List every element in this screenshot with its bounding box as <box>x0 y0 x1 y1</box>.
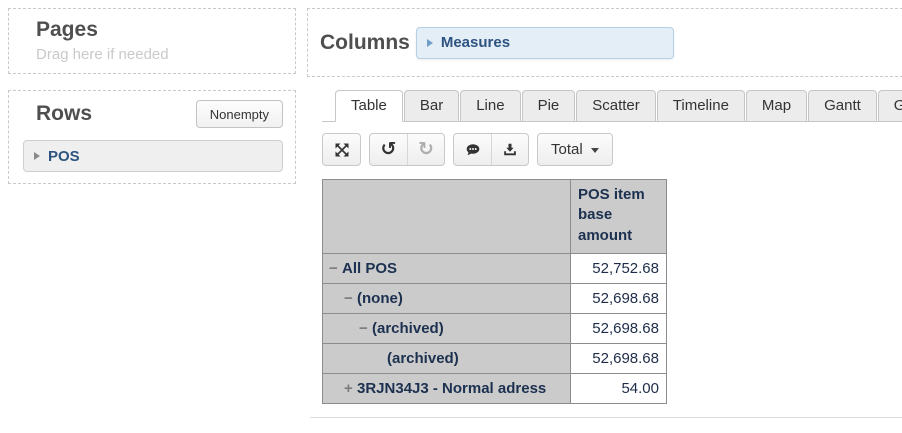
tab-bar[interactable]: Bar <box>404 90 459 122</box>
tab-table[interactable]: Table <box>335 90 403 122</box>
tab-timeline[interactable]: Timeline <box>657 90 745 122</box>
pages-panel-title: Pages <box>36 18 285 42</box>
content-bottom-divider <box>310 417 902 418</box>
value-cell: 54.00 <box>571 374 667 404</box>
tab-pie[interactable]: Pie <box>522 90 576 122</box>
columns-drop-panel[interactable]: Columns Measures <box>307 8 902 77</box>
pivot-table: POS item base amount −All POS 52,752.68 … <box>322 179 667 404</box>
table-row--none-: −(none) 52,698.68 <box>323 284 667 314</box>
pages-drop-placeholder: Drag here if needed <box>36 46 285 63</box>
workspace: Table Bar Line Pie Scatter Timeline Map … <box>322 90 902 404</box>
measures-chip[interactable]: Measures <box>416 27 674 59</box>
nonempty-button[interactable]: Nonempty <box>196 100 283 128</box>
comment-icon[interactable] <box>454 134 491 165</box>
undo-icon[interactable]: ↺ <box>370 134 407 165</box>
row-header-cell[interactable]: +3RJN34J3 - Normal adress <box>323 374 571 404</box>
expand-collapse-icon[interactable]: − <box>359 320 372 337</box>
table-row--archived-: −(archived) 52,698.68 <box>323 314 667 344</box>
row-header-cell[interactable]: −(archived) <box>323 314 571 344</box>
corner-header-cell <box>323 180 571 254</box>
row-header-cell[interactable]: −All POS <box>323 254 571 284</box>
visualization-tabs: Table Bar Line Pie Scatter Timeline Map … <box>322 90 902 122</box>
pos-dimension-chip[interactable]: POS <box>23 140 283 172</box>
pages-drop-panel[interactable]: Pages Drag here if needed <box>8 8 296 74</box>
pos-chip-label: POS <box>48 148 80 165</box>
value-cell: 52,752.68 <box>571 254 667 284</box>
table-row-3rjn34j3-normal-adress: +3RJN34J3 - Normal adress 54.00 <box>323 374 667 404</box>
columns-panel-title: Columns <box>320 31 410 55</box>
rows-drop-panel[interactable]: Rows Nonempty POS <box>8 90 296 184</box>
tab-scatter[interactable]: Scatter <box>576 90 656 122</box>
tab-map[interactable]: Map <box>746 90 807 122</box>
chevron-down-icon <box>591 148 599 153</box>
chevron-right-icon <box>34 152 40 160</box>
toolbar: ↺ ↻ <box>322 133 902 166</box>
tab-gantt[interactable]: Gantt <box>808 90 877 122</box>
tab-gauge[interactable]: Gauge <box>878 90 902 122</box>
value-cell: 52,698.68 <box>571 284 667 314</box>
value-cell: 52,698.68 <box>571 314 667 344</box>
value-cell: 52,698.68 <box>571 344 667 374</box>
table-row-all-pos: −All POS 52,752.68 <box>323 254 667 284</box>
redo-icon[interactable]: ↻ <box>407 134 444 165</box>
expand-icon[interactable] <box>323 134 360 165</box>
row-header-cell[interactable]: (archived) <box>323 344 571 374</box>
total-dropdown[interactable]: Total <box>538 134 612 165</box>
tab-line[interactable]: Line <box>460 90 520 122</box>
measure-column-header: POS item base amount <box>571 180 667 254</box>
measures-chip-label: Measures <box>441 34 510 51</box>
table-row--archived-: (archived) 52,698.68 <box>323 344 667 374</box>
expand-collapse-icon[interactable]: − <box>329 260 342 277</box>
expand-collapse-icon[interactable]: + <box>344 380 357 397</box>
rows-panel-title: Rows <box>36 102 92 126</box>
download-icon[interactable] <box>491 134 528 165</box>
expand-collapse-icon[interactable]: − <box>344 290 357 307</box>
row-header-cell[interactable]: −(none) <box>323 284 571 314</box>
chevron-right-icon <box>427 39 433 47</box>
